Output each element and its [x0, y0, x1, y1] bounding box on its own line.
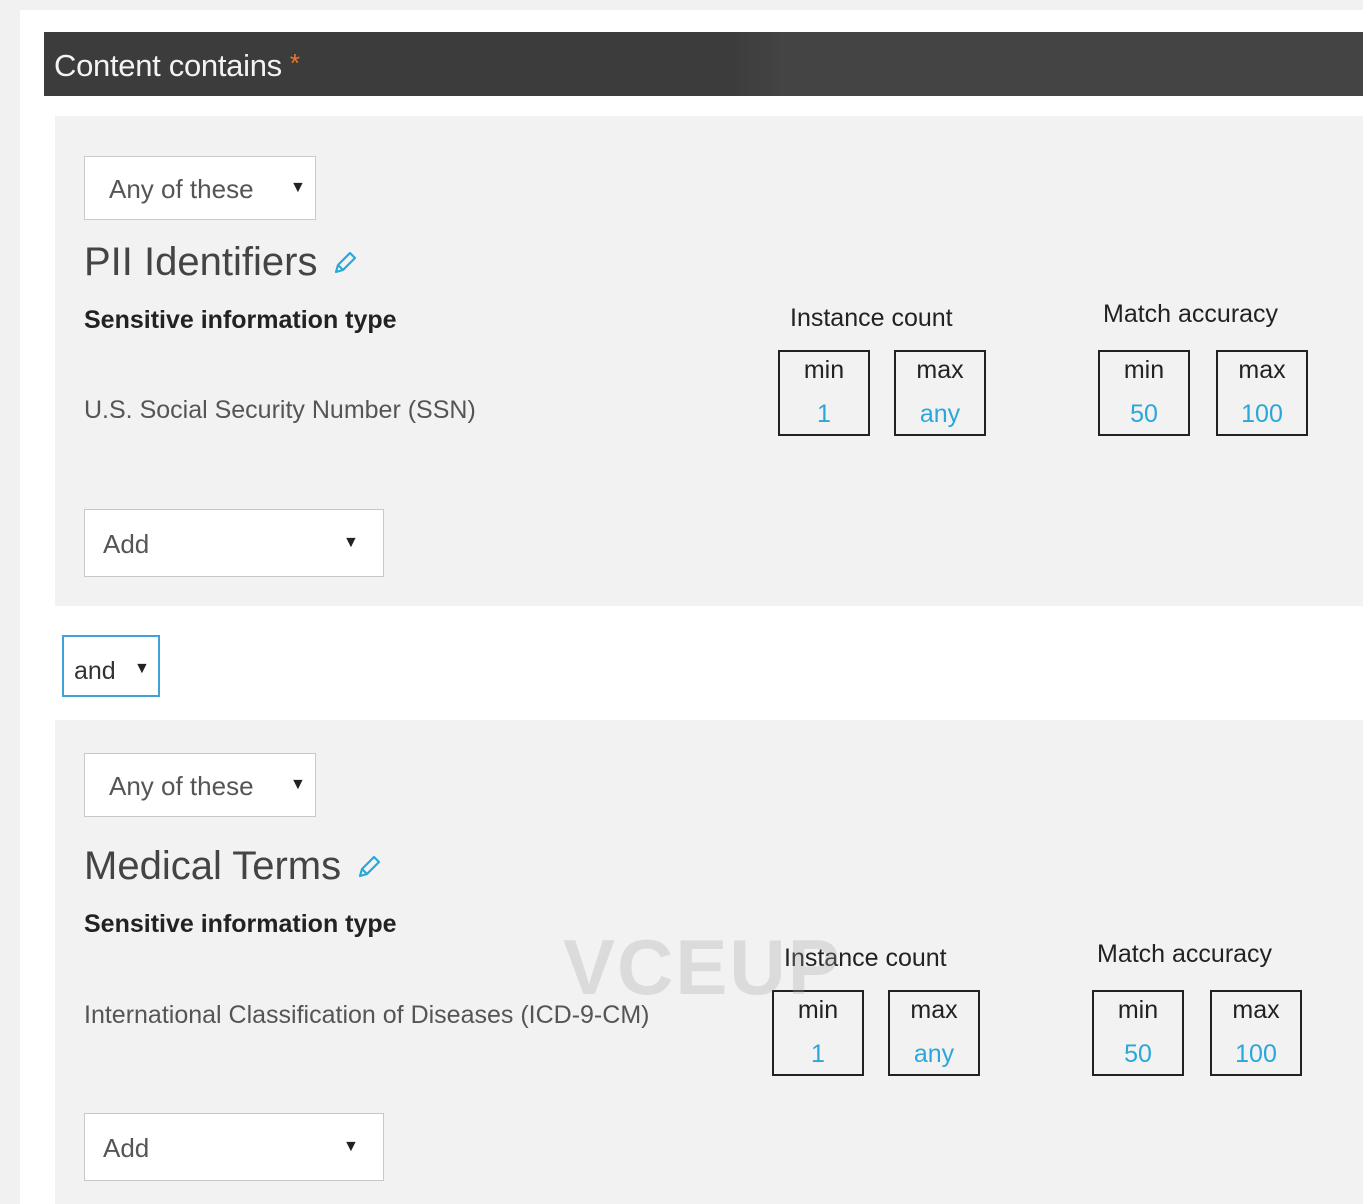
max-label: max: [1232, 996, 1280, 1024]
caret-down-icon: ▼: [343, 1138, 359, 1155]
min-label: min: [1117, 996, 1159, 1024]
add-dropdown[interactable]: Add ▼: [84, 1113, 384, 1181]
top-margin: [0, 0, 1363, 10]
max-label: max: [1238, 356, 1286, 384]
instance-count-max-box[interactable]: max any: [888, 990, 980, 1076]
match-mode-dropdown[interactable]: Any of these ▼: [84, 753, 316, 817]
left-margin: [0, 0, 20, 1204]
pencil-edit-icon[interactable]: [331, 242, 359, 287]
match-accuracy-label: Match accuracy: [1103, 300, 1279, 328]
match-accuracy-max-box[interactable]: max 100: [1216, 350, 1308, 436]
add-label: Add: [103, 1133, 150, 1163]
operator-value: and: [74, 657, 116, 685]
sensitive-type-name: International Classification of Diseases…: [84, 1001, 650, 1029]
condition-group-pii: Any of these ▼ PII Identifiers Sensitive…: [55, 116, 1363, 606]
instance-count-min-box[interactable]: min 1: [772, 990, 864, 1076]
pencil-edit-icon[interactable]: [355, 846, 383, 891]
caret-down-icon: ▼: [343, 534, 359, 551]
match-accuracy-max-value[interactable]: 100: [1212, 1040, 1300, 1069]
add-label: Add: [103, 529, 150, 559]
add-dropdown[interactable]: Add ▼: [84, 509, 384, 577]
instance-count-max-box[interactable]: max any: [894, 350, 986, 436]
match-mode-value: Any of these: [109, 174, 254, 204]
group-title: Medical Terms: [84, 844, 383, 891]
match-accuracy-min-value[interactable]: 50: [1094, 1040, 1182, 1069]
instance-count-min-value[interactable]: 1: [780, 400, 868, 429]
match-accuracy-max-value[interactable]: 100: [1218, 400, 1306, 429]
instance-count-min-box[interactable]: min 1: [778, 350, 870, 436]
match-mode-value: Any of these: [109, 771, 254, 801]
required-marker: *: [289, 48, 300, 78]
min-label: min: [797, 996, 839, 1024]
instance-count-max-value[interactable]: any: [890, 1040, 978, 1069]
sensitive-type-column-label: Sensitive information type: [84, 910, 397, 938]
sensitive-type-column-label: Sensitive information type: [84, 306, 397, 334]
min-label: min: [803, 356, 845, 384]
header-title-text: Content contains: [54, 48, 282, 83]
instance-count-label: Instance count: [790, 304, 953, 332]
match-accuracy-min-box[interactable]: min 50: [1092, 990, 1184, 1076]
max-label: max: [916, 356, 964, 384]
caret-down-icon: ▼: [134, 660, 150, 677]
match-accuracy-min-value[interactable]: 50: [1100, 400, 1188, 429]
match-accuracy-max-box[interactable]: max 100: [1210, 990, 1302, 1076]
content-contains-header: Content contains *: [44, 32, 1363, 96]
max-label: max: [910, 996, 958, 1024]
header-title: Content contains *: [54, 48, 300, 84]
group-title-text: Medical Terms: [84, 844, 342, 888]
instance-count-min-value[interactable]: 1: [774, 1040, 862, 1069]
group-operator-dropdown[interactable]: and ▼: [62, 635, 160, 697]
condition-group-medical: Any of these ▼ Medical Terms Sensitive i…: [55, 720, 1363, 1204]
instance-count-label: Instance count: [784, 944, 947, 972]
match-accuracy-label: Match accuracy: [1097, 940, 1273, 968]
instance-count-max-value[interactable]: any: [896, 400, 984, 429]
match-accuracy-min-box[interactable]: min 50: [1098, 350, 1190, 436]
caret-down-icon: ▼: [290, 776, 306, 793]
group-title-text: PII Identifiers: [84, 240, 318, 284]
min-label: min: [1123, 356, 1165, 384]
group-title: PII Identifiers: [84, 240, 359, 287]
caret-down-icon: ▼: [290, 179, 306, 196]
sensitive-type-name: U.S. Social Security Number (SSN): [84, 396, 476, 424]
match-mode-dropdown[interactable]: Any of these ▼: [84, 156, 316, 220]
